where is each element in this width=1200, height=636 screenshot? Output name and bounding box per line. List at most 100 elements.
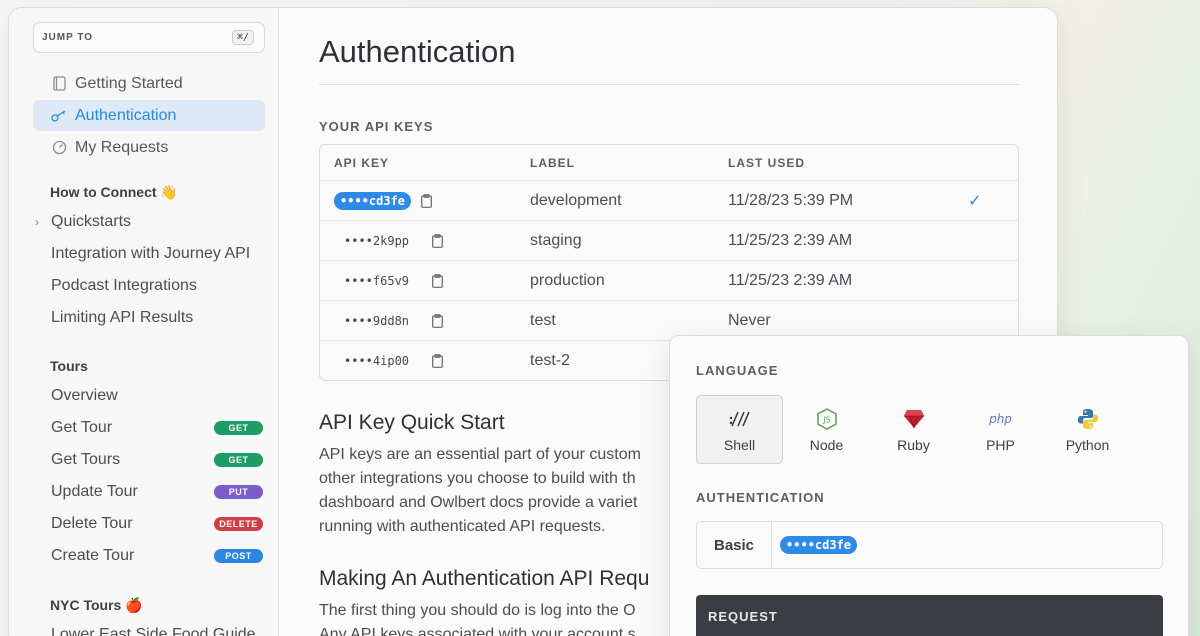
language-python[interactable]: Python bbox=[1044, 395, 1131, 464]
sidebar-item-label: Delete Tour bbox=[51, 515, 133, 532]
language-name: Ruby bbox=[897, 436, 930, 453]
key-label: test bbox=[530, 311, 556, 329]
jump-to-label: JUMP TO bbox=[42, 32, 94, 43]
php-icon: php bbox=[989, 411, 1012, 426]
auth-credentials-field[interactable]: Basic ••••cd3fe bbox=[696, 521, 1163, 569]
language-name: Shell bbox=[723, 436, 756, 453]
clipboard-icon[interactable] bbox=[432, 273, 444, 288]
sidebar-item-update-tour[interactable]: Update Tour PUT bbox=[33, 476, 265, 508]
sidebar-item-quickstarts[interactable]: › Quickstarts bbox=[33, 206, 265, 238]
table-row[interactable]: ••••cd3fe development 11/28/23 5:39 PM ✓ bbox=[320, 180, 1018, 220]
section-title: Tours bbox=[50, 358, 88, 374]
nodejs-icon: JS bbox=[816, 407, 837, 431]
sidebar-top-nav: Getting Started Authentication My Reques… bbox=[33, 68, 265, 164]
language-name: Node bbox=[809, 436, 844, 453]
method-badge-get: GET bbox=[214, 453, 263, 467]
sidebar-item-getting-started[interactable]: Getting Started bbox=[33, 68, 265, 99]
api-key-value: ••••2k9pp bbox=[344, 233, 410, 248]
api-keys-heading: YOUR API KEYS bbox=[319, 119, 434, 134]
clipboard-icon[interactable] bbox=[432, 313, 444, 328]
column-header-last-used: LAST USED bbox=[728, 155, 806, 170]
code-sample-panel: LANGUAGE Shell JS Node Ruby php PHP Pyth… bbox=[669, 335, 1189, 636]
keyboard-shortcut-badge: ⌘/ bbox=[231, 30, 254, 45]
sidebar-item-label: My Requests bbox=[75, 138, 169, 156]
method-badge-delete: DELETE bbox=[214, 517, 263, 531]
table-row[interactable]: ••••9dd8n test Never bbox=[320, 300, 1018, 340]
checkmark-icon: ✓ bbox=[968, 192, 982, 210]
key-last-used: Never bbox=[728, 311, 771, 329]
sidebar-item-label: Quickstarts bbox=[51, 213, 132, 230]
section-how-to-connect: How to Connect 👋 › Quickstarts Integrati… bbox=[33, 184, 265, 334]
key-last-used: 11/25/23 2:39 AM bbox=[728, 271, 853, 289]
sidebar-item-authentication[interactable]: Authentication bbox=[33, 100, 265, 131]
auth-type: Basic bbox=[697, 522, 772, 568]
sidebar-item-delete-tour[interactable]: Delete Tour DELETE bbox=[33, 508, 265, 540]
column-header-label: LABEL bbox=[530, 155, 575, 170]
key-label: staging bbox=[530, 231, 582, 249]
key-last-used: 11/28/23 5:39 PM bbox=[728, 191, 854, 209]
sidebar-item-label: Authentication bbox=[75, 106, 177, 124]
language-name: PHP bbox=[986, 436, 1015, 453]
sidebar-item-label: Integration with Journey API bbox=[51, 245, 251, 262]
language-picker: Shell JS Node Ruby php PHP Python bbox=[696, 395, 1131, 464]
section-title: How to Connect 👋 bbox=[50, 184, 178, 200]
section-nyc-tours: NYC Tours 🍎 Lower East Side Food Guide bbox=[33, 597, 265, 636]
sidebar-item-label: Getting Started bbox=[75, 74, 183, 92]
sidebar-item-overview[interactable]: Overview bbox=[33, 380, 265, 412]
sidebar-item-label: Overview bbox=[51, 387, 118, 404]
sidebar-item-label: Get Tour bbox=[51, 419, 113, 436]
api-key-value: ••••f65v9 bbox=[344, 273, 410, 288]
language-shell[interactable]: Shell bbox=[696, 395, 783, 464]
clipboard-icon[interactable] bbox=[421, 193, 433, 208]
sidebar-item-label: Podcast Integrations bbox=[51, 277, 197, 294]
table-row[interactable]: ••••f65v9 production 11/25/23 2:39 AM bbox=[320, 260, 1018, 300]
clipboard-icon[interactable] bbox=[432, 233, 444, 248]
sidebar-item-my-requests[interactable]: My Requests bbox=[33, 132, 265, 163]
gauge-icon bbox=[51, 140, 67, 156]
table-row[interactable]: ••••2k9pp staging 11/25/23 2:39 AM bbox=[320, 220, 1018, 260]
request-code-panel: REQUEST bbox=[696, 595, 1163, 636]
sidebar-item-lower-east-side[interactable]: Lower East Side Food Guide bbox=[33, 619, 265, 636]
method-badge-post: POST bbox=[214, 549, 263, 563]
clipboard-icon[interactable] bbox=[432, 353, 444, 368]
page-title: Authentication bbox=[319, 34, 1019, 85]
sidebar-item-label: Get Tours bbox=[51, 451, 121, 468]
language-name: Python bbox=[1065, 436, 1110, 453]
language-ruby[interactable]: Ruby bbox=[870, 395, 957, 464]
request-heading: REQUEST bbox=[708, 609, 778, 624]
sidebar-item-journey-api[interactable]: Integration with Journey API bbox=[33, 238, 265, 270]
chevron-right-icon[interactable]: › bbox=[35, 215, 39, 229]
language-php[interactable]: php PHP bbox=[957, 395, 1044, 464]
shell-icon bbox=[729, 407, 751, 431]
svg-text:JS: JS bbox=[822, 415, 830, 424]
method-badge-put: PUT bbox=[214, 485, 263, 499]
table-header: API KEY LABEL LAST USED bbox=[320, 145, 1018, 180]
sidebar: JUMP TO ⌘/ Getting Started Authenticatio… bbox=[9, 8, 279, 636]
sidebar-item-label: Create Tour bbox=[51, 547, 135, 564]
sidebar-item-limiting-results[interactable]: Limiting API Results bbox=[33, 302, 265, 334]
sidebar-item-label: Lower East Side Food Guide bbox=[51, 626, 256, 636]
python-icon bbox=[1077, 407, 1099, 431]
sidebar-item-podcast-integrations[interactable]: Podcast Integrations bbox=[33, 270, 265, 302]
section-title: NYC Tours 🍎 bbox=[50, 597, 143, 613]
jump-to-search[interactable]: JUMP TO ⌘/ bbox=[33, 22, 265, 53]
method-badge-get: GET bbox=[214, 421, 263, 435]
auth-api-key-pill[interactable]: ••••cd3fe bbox=[780, 536, 858, 554]
language-node[interactable]: JS Node bbox=[783, 395, 870, 464]
language-heading: LANGUAGE bbox=[696, 363, 779, 378]
ruby-icon bbox=[903, 407, 925, 431]
key-label: production bbox=[530, 271, 605, 289]
api-key-value: ••••9dd8n bbox=[344, 313, 410, 328]
authentication-heading: AUTHENTICATION bbox=[696, 490, 825, 505]
column-header-api-key: API KEY bbox=[334, 155, 390, 170]
key-icon bbox=[51, 108, 67, 124]
key-label: development bbox=[530, 191, 622, 209]
api-key-value: ••••4ip00 bbox=[344, 353, 410, 368]
key-last-used: 11/25/23 2:39 AM bbox=[728, 231, 853, 249]
sidebar-item-get-tour[interactable]: Get Tour GET bbox=[33, 412, 265, 444]
sidebar-item-create-tour[interactable]: Create Tour POST bbox=[33, 540, 265, 572]
book-icon bbox=[51, 76, 67, 92]
sidebar-item-label: Update Tour bbox=[51, 483, 138, 500]
sidebar-item-get-tours[interactable]: Get Tours GET bbox=[33, 444, 265, 476]
section-tours: Tours Overview Get Tour GET Get Tours GE… bbox=[33, 358, 265, 572]
